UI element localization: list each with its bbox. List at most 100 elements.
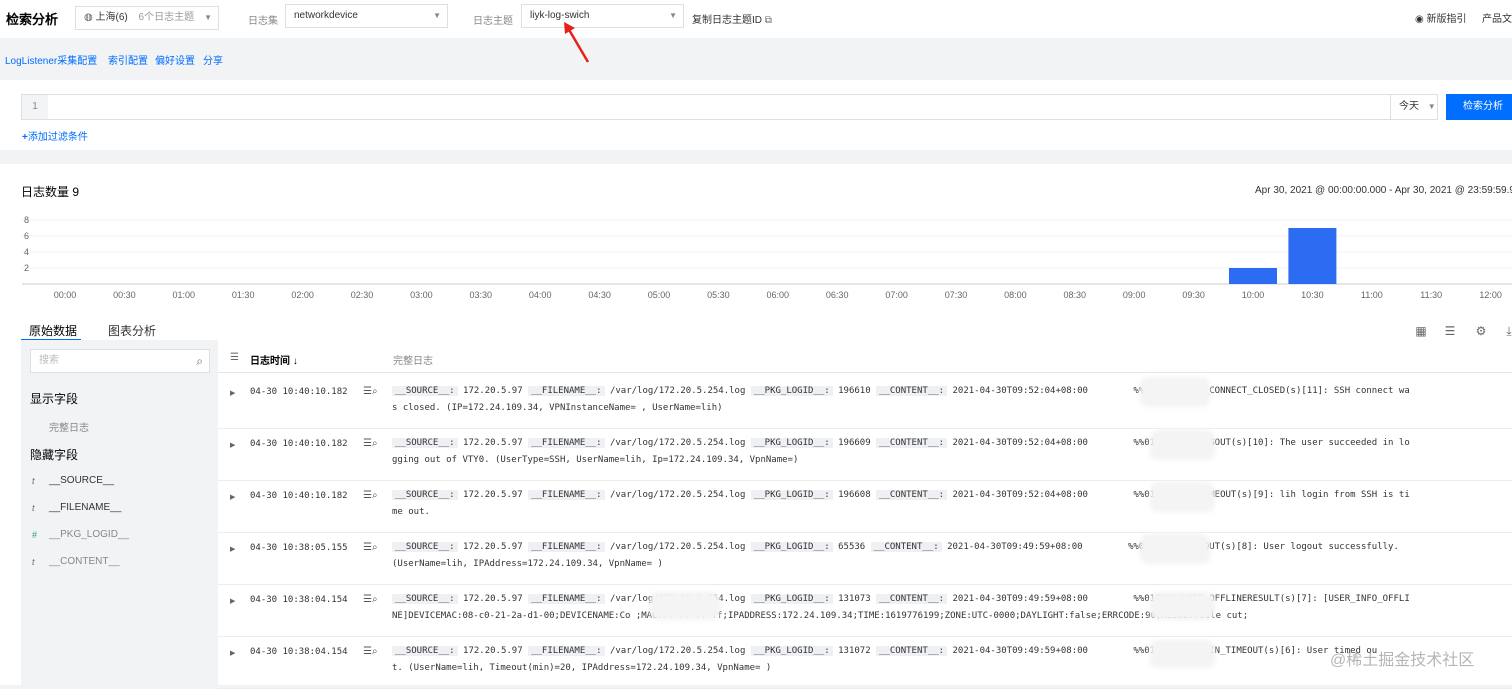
val-logid: 131072 <box>838 646 871 656</box>
hidden-field-item[interactable]: __SOURCE__ <box>49 475 114 486</box>
expand-caret-icon[interactable]: ▶ <box>230 597 235 605</box>
table-row[interactable]: ▶ 04-30 10:38:05.155 ☰⌕ __SOURCE__: 172.20.… <box>218 533 1512 585</box>
shown-field-item[interactable]: 完整日志 <box>49 419 89 434</box>
table-row[interactable]: ▶ 04-30 10:40:10.182 ☰⌕ __SOURCE__: 172.20.… <box>218 377 1512 429</box>
key-pkg-logid: __PKG_LOGID__: <box>750 594 833 604</box>
shown-fields-title: 显示字段 <box>30 392 79 406</box>
settings-icon[interactable]: ⚙ <box>1474 324 1488 338</box>
col-log-time[interactable]: 日志时间 ↓ <box>250 352 298 367</box>
table-row[interactable]: ▶ 04-30 10:38:04.154 ☰⌕ __SOURCE__: 172.20.… <box>218 637 1512 689</box>
col-full-log: 完整日志 <box>393 356 433 367</box>
x-tick-label: 01:00 <box>173 290 196 300</box>
val-logid: 65536 <box>838 542 866 552</box>
sort-down-icon: ↓ <box>292 356 298 367</box>
time-range-select[interactable]: 今天 ▼ <box>1390 94 1438 120</box>
region-value: 上海(6) <box>95 12 128 23</box>
row-line2: s closed. (IP=172.24.109.34, VPNInstance… <box>392 403 723 413</box>
key-filename: __FILENAME__: <box>528 490 605 500</box>
search-icon: ⌕ <box>196 354 203 368</box>
redaction-blur <box>1150 592 1215 620</box>
x-tick-label: 05:00 <box>648 290 671 300</box>
x-tick-label: 03:30 <box>470 290 493 300</box>
context-search-icon[interactable]: ☰⌕ <box>363 386 378 397</box>
table-row[interactable]: ▶ 04-30 10:40:10.182 ☰⌕ __SOURCE__: 172.20.… <box>218 481 1512 533</box>
x-tick-label: 08:30 <box>1064 290 1087 300</box>
field-search-input[interactable]: 搜索 ⌕ <box>30 349 210 373</box>
val-content: 2021-04-30T09:49:59+08:00 <box>952 646 1088 656</box>
search-button[interactable]: 检索分析 <box>1446 94 1512 120</box>
expand-caret-icon[interactable]: ▶ <box>230 649 235 657</box>
x-tick-label: 06:00 <box>767 290 790 300</box>
context-search-icon[interactable]: ☰⌕ <box>363 594 378 605</box>
key-source: __SOURCE__: <box>392 542 458 552</box>
share-link[interactable]: 分享 <box>203 52 223 67</box>
row-line1: __SOURCE__: 172.20.5.97 __FILENAME__: /v… <box>392 487 1410 503</box>
x-tick-label: 11:30 <box>1420 290 1442 300</box>
x-tick-label: 03:00 <box>410 290 433 300</box>
index-config-link[interactable]: 索引配置 <box>108 52 148 67</box>
context-search-icon[interactable]: ☰⌕ <box>363 438 378 449</box>
text-type-icon: t <box>32 476 35 486</box>
x-tick-label: 00:30 <box>113 290 136 300</box>
query-editor[interactable]: 1 <box>21 94 1391 120</box>
expand-caret-icon[interactable]: ▶ <box>230 545 235 553</box>
new-guide-link[interactable]: ◉ 新版指引 <box>1415 10 1467 25</box>
expand-caret-icon[interactable]: ▶ <box>230 493 235 501</box>
row-line2: (UserName=lih, IPAddress=172.24.109.34, … <box>392 559 663 569</box>
row-line2: t. (UserName=lih, Timeout(min)=20, IPAdd… <box>392 663 772 673</box>
chevron-down-icon: ▼ <box>204 13 212 22</box>
product-doc-link[interactable]: 产品文 <box>1482 10 1512 25</box>
val-source: 172.20.5.97 <box>463 542 523 552</box>
tab-chart-analysis[interactable]: 图表分析 <box>108 322 156 339</box>
download-icon[interactable]: ⤓ <box>1502 324 1512 338</box>
row-line1: __SOURCE__: 172.20.5.97 __FILENAME__: /v… <box>392 383 1410 399</box>
context-search-icon[interactable]: ☰⌕ <box>363 646 378 657</box>
eye-icon: ◉ <box>1415 14 1424 25</box>
field-sidebar: 搜索 ⌕ 显示字段 完整日志 隐藏字段 t __SOURCE__ t __FIL… <box>21 340 218 685</box>
hidden-field-item[interactable]: __PKG_LOGID__ <box>49 529 129 540</box>
context-search-icon[interactable]: ☰⌕ <box>363 490 378 501</box>
text-type-icon: t <box>32 503 35 513</box>
logset-select[interactable]: networkdevice ▼ <box>285 4 448 28</box>
columns-icon[interactable]: ☰ <box>230 352 239 363</box>
hidden-field-item[interactable]: __FILENAME__ <box>49 502 121 513</box>
expand-caret-icon[interactable]: ▶ <box>230 441 235 449</box>
context-search-icon[interactable]: ☰⌕ <box>363 542 378 553</box>
copy-topic-id[interactable]: 复制日志主题ID ⧉ <box>692 11 772 26</box>
topic-count: 6个日志主题 <box>138 12 195 23</box>
key-pkg-logid: __PKG_LOGID__: <box>750 386 833 396</box>
redaction-blur <box>1150 640 1215 668</box>
preferences-link[interactable]: 偏好设置 <box>155 52 195 67</box>
text-type-icon: t <box>32 557 35 567</box>
topic-value: liyk-log-swich <box>530 10 590 21</box>
hidden-fields-title: 隐藏字段 <box>30 448 79 462</box>
logset-label: 日志集 <box>248 16 278 27</box>
val-source: 172.20.5.97 <box>463 490 523 500</box>
val-logid: 196609 <box>838 438 871 448</box>
key-source: __SOURCE__: <box>392 490 458 500</box>
log-table-header: ☰ 日志时间 ↓ 完整日志 <box>218 340 1512 373</box>
add-filter-link[interactable]: +添加过滤条件 <box>22 128 88 143</box>
table-row[interactable]: ▶ 04-30 10:38:04.154 ☰⌕ __SOURCE__: 172.20.… <box>218 585 1512 637</box>
loglistener-config-link[interactable]: LogListener采集配置 <box>5 52 97 67</box>
x-tick-label: 06:30 <box>826 290 849 300</box>
time-range-text: Apr 30, 2021 @ 00:00:00.000 - Apr 30, 20… <box>1255 185 1512 196</box>
wrap-lines-icon[interactable]: ☰ <box>1443 324 1457 338</box>
val-filename: /var/log/172.20.5.254.log <box>609 542 746 552</box>
table-row[interactable]: ▶ 04-30 10:40:10.182 ☰⌕ __SOURCE__: 172.20.… <box>218 429 1512 481</box>
key-content: __CONTENT__: <box>876 646 948 656</box>
row-time: 04-30 10:38:04.154 <box>250 595 348 605</box>
hidden-field-item[interactable]: __CONTENT__ <box>49 556 120 567</box>
x-tick-label: 04:30 <box>588 290 611 300</box>
row-line2: gging out of VTY0. (UserType=SSH, UserNa… <box>392 455 799 465</box>
topic-select[interactable]: liyk-log-swich ▼ <box>521 4 684 28</box>
tab-raw-data[interactable]: 原始数据 <box>29 322 77 339</box>
top-bar: 检索分析 ◍ 上海(6) 6个日志主题 ▼ 日志集 networkdevice … <box>0 0 1512 63</box>
region-select[interactable]: ◍ 上海(6) 6个日志主题 ▼ <box>75 6 219 30</box>
table-layout-icon[interactable]: ▦ <box>1414 324 1428 338</box>
topic-label: 日志主题 <box>473 16 513 27</box>
x-tick-label: 10:00 <box>1242 290 1265 300</box>
expand-caret-icon[interactable]: ▶ <box>230 389 235 397</box>
x-tick-label: 07:30 <box>945 290 968 300</box>
y-tick-label: 8 <box>24 215 29 225</box>
